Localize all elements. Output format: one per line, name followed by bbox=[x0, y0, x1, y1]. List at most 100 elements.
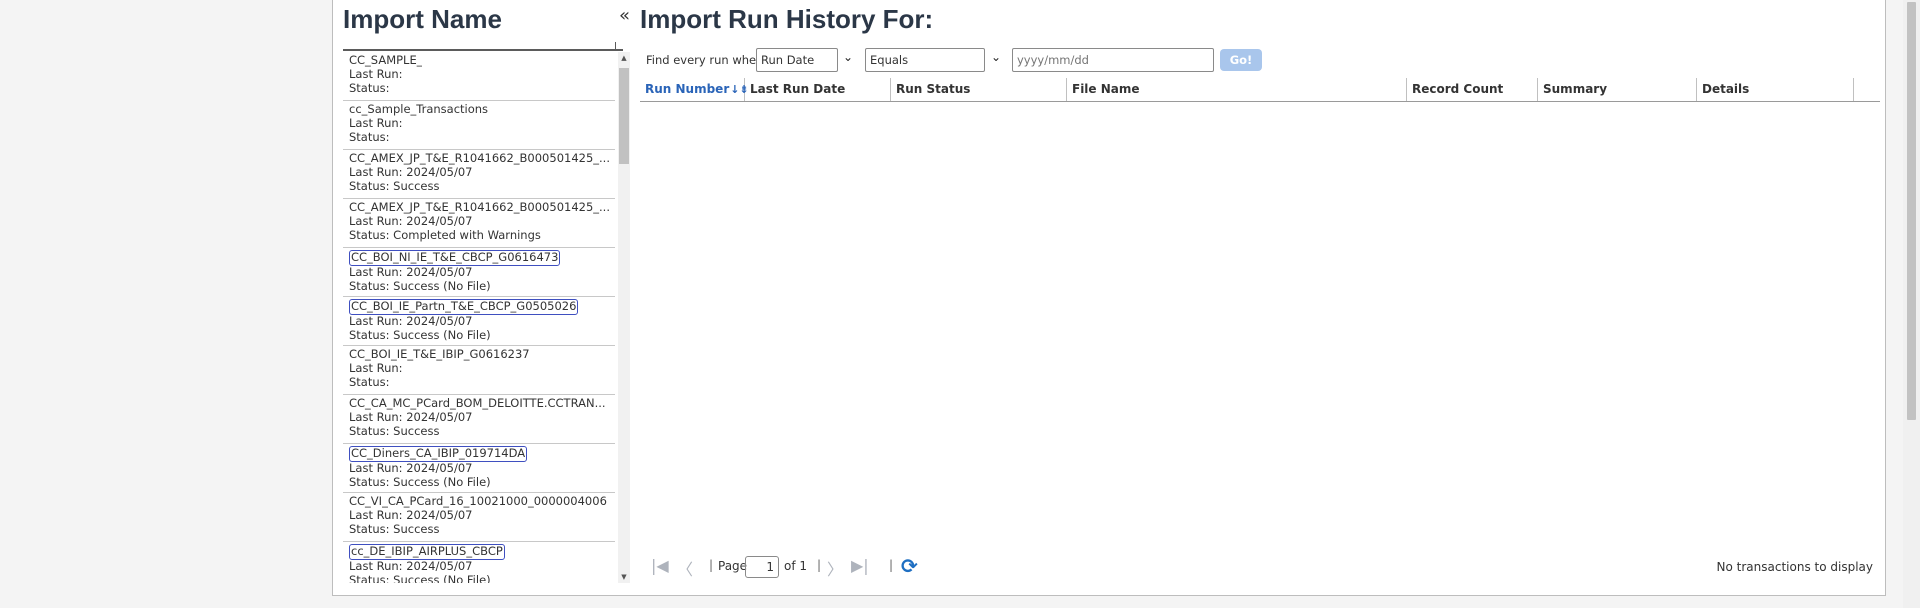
column-label: Run Status bbox=[896, 82, 971, 96]
list-item[interactable]: CC_VI_CA_PCard_16_10021000_0000004006 Las… bbox=[343, 493, 615, 542]
last-run-text: Last Run: 2024/05/07 bbox=[349, 164, 473, 179]
status-text: Status: bbox=[349, 374, 390, 389]
import-name[interactable]: CC_AMEX_JP_T&E_R1041662_B000501425_... bbox=[349, 201, 610, 215]
field-select[interactable]: Run Date bbox=[756, 48, 838, 72]
list-item-name-line: CC_BOI_NI_IE_T&E_CBCP_G0616473 bbox=[349, 250, 609, 266]
list-item[interactable]: CC_Diners_CA_IBIP_019714DA Last Run: 2024… bbox=[343, 444, 615, 493]
prev-page-icon[interactable]: 〈 bbox=[677, 556, 693, 580]
column-header-record-count[interactable]: Record Count bbox=[1407, 78, 1538, 101]
list-item[interactable]: CC_CA_MC_PCard_BOM_DELOITTE.CCTRAN... Las… bbox=[343, 395, 615, 444]
import-name[interactable]: CC_BOI_IE_Partn_T&E_CBCP_G0505026 bbox=[349, 299, 579, 315]
refresh-icon[interactable]: ⟳ bbox=[901, 554, 918, 578]
list-item[interactable]: CC_AMEX_JP_T&E_R1041662_B000501425_... La… bbox=[343, 199, 615, 248]
divider bbox=[343, 49, 623, 51]
list-item-name-line: CC_AMEX_JP_T&E_R1041662_B000501425_... bbox=[349, 201, 610, 215]
collapse-icon[interactable]: « bbox=[619, 6, 630, 26]
column-label: Details bbox=[1702, 82, 1750, 96]
next-page-icon[interactable]: 〉 bbox=[827, 556, 843, 580]
list-scrollbar[interactable]: ▲ ▼ bbox=[618, 52, 630, 583]
list-item[interactable]: CC_BOI_IE_T&E_IBIP_G0616237 Last Run: Stat… bbox=[343, 346, 615, 395]
chevron-down-icon[interactable]: ⌄ bbox=[843, 50, 853, 64]
import-name[interactable]: CC_VI_CA_PCard_16_10021000_0000004006 bbox=[349, 495, 607, 509]
list-item-name-line: CC_BOI_IE_T&E_IBIP_G0616237 bbox=[349, 348, 609, 362]
list-item-name-line: CC_CA_MC_PCard_BOM_DELOITTE.CCTRAN... bbox=[349, 397, 609, 411]
run-history-title: Import Run History For: bbox=[640, 4, 934, 34]
page-scroll-thumb[interactable] bbox=[1907, 2, 1916, 420]
empty-message: No transactions to display bbox=[1716, 560, 1873, 574]
last-run-text: Last Run: 2024/05/07 bbox=[349, 507, 473, 522]
column-header-summary[interactable]: Summary bbox=[1538, 78, 1697, 101]
import-name[interactable]: CC_CA_MC_PCard_BOM_DELOITTE.CCTRAN... bbox=[349, 397, 606, 411]
status-text: Status: bbox=[349, 129, 390, 144]
column-label: Run Number bbox=[645, 82, 730, 96]
list-item[interactable]: CC_SAMPLE_ Last Run: Status: bbox=[343, 52, 615, 101]
column-header-run-number[interactable]: Run Number↓⇟ bbox=[640, 78, 749, 101]
list-item[interactable]: cc_Sample_Transactions Last Run: Status: bbox=[343, 101, 615, 150]
column-header-run-status[interactable]: Run Status bbox=[891, 78, 1067, 101]
operator-select[interactable]: Equals bbox=[865, 48, 985, 72]
import-name[interactable]: CC_SAMPLE_ bbox=[349, 54, 422, 68]
scroll-up-icon[interactable]: ▲ bbox=[618, 52, 630, 64]
import-name[interactable]: CC_BOI_IE_T&E_IBIP_G0616237 bbox=[349, 348, 530, 362]
last-run-text: Last Run: 2024/05/07 bbox=[349, 313, 473, 328]
pager: |◀ 〈 | Page 1 of 1 | 〉 ▶| | ⟳ No transac… bbox=[651, 554, 1881, 580]
list-item[interactable]: cc_DE_IBIP_AIRPLUS_CBCP Last Run: 2024/05… bbox=[343, 542, 615, 583]
chevron-down-icon[interactable]: ⌄ bbox=[991, 50, 1001, 64]
column-label: Last Run Date bbox=[750, 82, 846, 96]
last-run-text: Last Run: 2024/05/07 bbox=[349, 264, 473, 279]
import-name[interactable]: cc_DE_IBIP_AIRPLUS_CBCP bbox=[349, 544, 505, 560]
date-input[interactable] bbox=[1012, 48, 1214, 72]
list-item-name-line: cc_Sample_Transactions bbox=[349, 103, 609, 117]
first-page-icon[interactable]: |◀ bbox=[651, 556, 669, 575]
list-item-name-line: CC_SAMPLE_ bbox=[349, 54, 609, 68]
pager-separator: | bbox=[817, 558, 822, 572]
page-input[interactable]: 1 bbox=[745, 556, 779, 578]
import-name[interactable]: CC_BOI_NI_IE_T&E_CBCP_G0616473 bbox=[349, 250, 561, 266]
status-text: Status: Success bbox=[349, 521, 440, 536]
last-page-icon[interactable]: ▶| bbox=[851, 556, 869, 575]
column-label: Summary bbox=[1543, 82, 1608, 96]
status-text: Status: bbox=[349, 80, 390, 95]
import-name[interactable]: CC_AMEX_JP_T&E_R1041662_B000501425_... bbox=[349, 152, 610, 166]
divider bbox=[615, 42, 616, 50]
last-run-text: Last Run: bbox=[349, 360, 403, 375]
status-text: Status: Success (No File) bbox=[349, 278, 491, 293]
import-name[interactable]: CC_Diners_CA_IBIP_019714DA bbox=[349, 446, 528, 462]
import-list[interactable]: CC_SAMPLE_ Last Run: Status: cc_Sample_Tran… bbox=[343, 52, 628, 583]
status-text: Status: Success (No File) bbox=[349, 327, 491, 342]
column-header-last-run-date[interactable]: Last Run Date bbox=[745, 78, 891, 101]
status-text: Status: Success (No File) bbox=[349, 474, 491, 489]
last-run-text: Last Run: 2024/05/07 bbox=[349, 213, 473, 228]
scroll-down-icon[interactable]: ▼ bbox=[618, 571, 630, 583]
last-run-text: Last Run: bbox=[349, 115, 403, 130]
grid-header: Run Number↓⇟ Last Run Date Run Status Fi… bbox=[640, 78, 1880, 102]
last-run-text: Last Run: 2024/05/07 bbox=[349, 409, 473, 424]
list-item[interactable]: CC_AMEX_JP_T&E_R1041662_B000501425_... La… bbox=[343, 150, 615, 199]
column-header-file-name[interactable]: File Name bbox=[1067, 78, 1407, 101]
list-item-name-line: CC_VI_CA_PCard_16_10021000_0000004006 bbox=[349, 495, 609, 509]
scroll-thumb[interactable] bbox=[619, 68, 629, 164]
column-label: Record Count bbox=[1412, 82, 1504, 96]
list-item[interactable]: CC_BOI_IE_Partn_T&E_CBCP_G0505026 Last Ru… bbox=[343, 297, 615, 346]
list-item-name-line: cc_DE_IBIP_AIRPLUS_CBCP bbox=[349, 544, 609, 560]
list-item-name-line: CC_AMEX_JP_T&E_R1041662_B000501425_... bbox=[349, 152, 610, 166]
status-text: Status: Success bbox=[349, 178, 440, 193]
import-name-title: Import Name bbox=[343, 4, 502, 34]
last-run-text: Last Run: bbox=[349, 66, 403, 81]
column-header-details[interactable]: Details bbox=[1697, 78, 1854, 101]
last-run-text: Last Run: 2024/05/07 bbox=[349, 558, 473, 573]
list-item-name-line: CC_Diners_CA_IBIP_019714DA bbox=[349, 446, 609, 462]
list-item[interactable]: CC_BOI_NI_IE_T&E_CBCP_G0616473 Last Run: … bbox=[343, 248, 615, 297]
pager-separator: | bbox=[709, 558, 714, 572]
filter-label: Find every run where bbox=[646, 53, 768, 67]
main-frame: Import Name « CC_SAMPLE_ Last Run: Status:… bbox=[332, 0, 1886, 596]
list-item-name-line: CC_BOI_IE_Partn_T&E_CBCP_G0505026 bbox=[349, 299, 609, 315]
page-of-label: of 1 bbox=[784, 559, 808, 573]
column-label: File Name bbox=[1072, 82, 1140, 96]
page-scrollbar[interactable] bbox=[1903, 0, 1920, 608]
import-name[interactable]: cc_Sample_Transactions bbox=[349, 103, 488, 117]
page-label: Page bbox=[718, 559, 748, 573]
pager-separator: | bbox=[889, 558, 894, 572]
go-button[interactable]: Go! bbox=[1220, 49, 1262, 71]
status-text: Status: Success (No File) bbox=[349, 572, 491, 583]
